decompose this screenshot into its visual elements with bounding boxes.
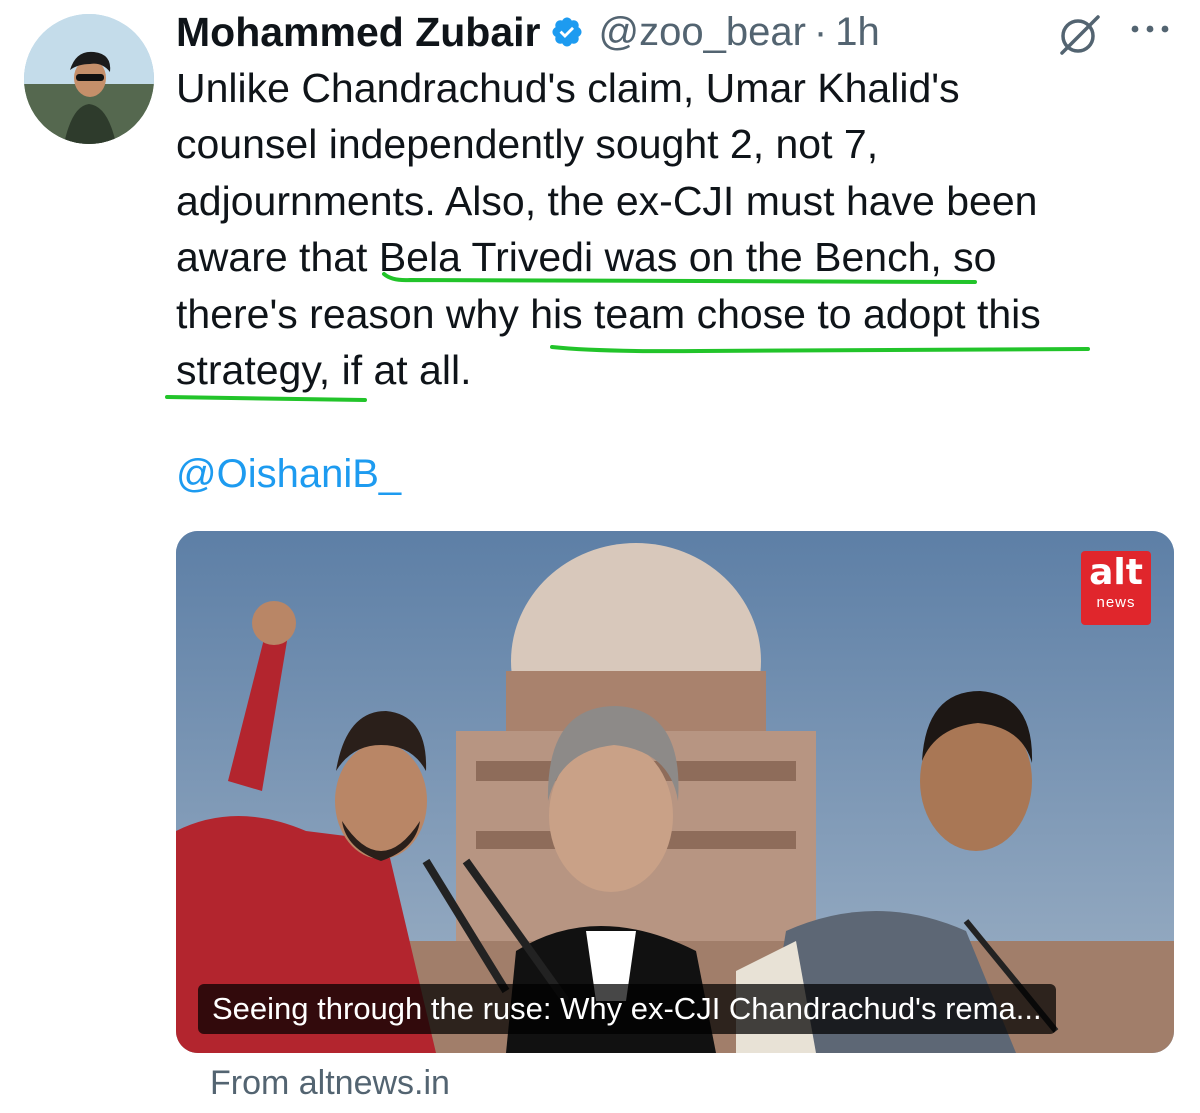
altnews-logo: alt news — [1081, 551, 1151, 625]
verified-badge-icon — [552, 17, 583, 47]
card-source[interactable]: From altnews.in — [210, 1064, 450, 1103]
tweet-text: Unlike Chandrachud's claim, Umar Khalid'… — [176, 60, 1186, 398]
tweet-line: Unlike Chandrachud's claim, Umar Khalid'… — [176, 65, 960, 111]
link-card[interactable]: alt news Seeing through the ruse: Why ex… — [176, 531, 1174, 1053]
separator-dot: · — [813, 9, 828, 54]
author-name[interactable]: Mohammed Zubair — [176, 9, 540, 56]
author-handle[interactable]: @zoo_bear — [598, 10, 805, 55]
grok-icon[interactable] — [1056, 12, 1104, 56]
card-caption[interactable]: Seeing through the ruse: Why ex-CJI Chan… — [198, 984, 1056, 1034]
avatar[interactable] — [24, 14, 154, 144]
tweet-line: there's reason why his team chose to ado… — [176, 290, 1041, 337]
tweet-line: aware that Bela Trivedi was on the Bench… — [176, 234, 997, 281]
mention-link[interactable]: @OishaniB_ — [176, 452, 401, 497]
logo-sub-text: news — [1096, 594, 1136, 611]
tweet-line: adjournments. Also, the ex-CJI must have… — [176, 177, 1038, 224]
more-icon[interactable] — [1128, 18, 1172, 40]
avatar-photo — [24, 14, 154, 144]
timestamp[interactable]: 1h — [835, 10, 880, 55]
tweet-header: Mohammed Zubair @zoo_bear · 1h — [176, 4, 880, 60]
logo-main-text: alt — [1089, 552, 1143, 593]
tweet-line: strategy, if at all. — [176, 347, 472, 394]
tweet-line: counsel independently sought 2, not 7, — [176, 121, 879, 168]
card-image — [176, 531, 1174, 1053]
